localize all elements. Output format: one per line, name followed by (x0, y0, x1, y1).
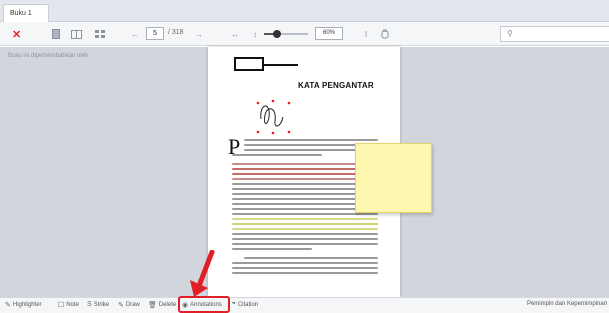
red-arrow-indicator (190, 250, 215, 297)
page-heading: KATA PENGANTAR (298, 81, 374, 90)
previous-page-icon[interactable]: ← (130, 27, 140, 41)
tab-buku-1[interactable]: Buku 1 (3, 4, 49, 22)
strike-icon: S (87, 301, 92, 308)
highlight-line[interactable] (232, 228, 378, 230)
sidebar-text: Buku ini dipersembahkan oleh (8, 53, 89, 59)
zoom-slider-knob[interactable] (273, 30, 282, 38)
text-cursor-icon[interactable]: I (362, 27, 370, 41)
next-page-icon[interactable]: → (194, 27, 204, 41)
text-line (244, 139, 378, 141)
zoom-level-input[interactable]: 60% (315, 27, 343, 40)
note-icon: ☐ (58, 302, 65, 309)
draw-button[interactable]: ✎ Draw (118, 301, 140, 309)
annotations-highlight-box (178, 296, 230, 313)
trash-icon: 🗑 (148, 302, 157, 309)
text-line (232, 262, 378, 264)
page-number-input[interactable]: 5 (146, 27, 164, 40)
tab-bar: Buku 1 (0, 0, 609, 22)
fit-width-icon[interactable]: ↔ (230, 27, 240, 41)
text-line (232, 213, 378, 215)
document-viewer: Buku ini dipersembahkan oleh KATA PENGAN… (0, 47, 609, 297)
search-icon: ⚲ (507, 29, 513, 38)
strike-button[interactable]: S Strike (87, 301, 109, 308)
text-line (232, 238, 378, 240)
highlighter-button[interactable]: ✎ Highlighter (5, 301, 42, 309)
page-total: / 318 (168, 29, 184, 36)
logo-line (264, 64, 298, 66)
draw-icon: ✎ (118, 302, 124, 309)
text-line (244, 257, 378, 259)
pen-icon: ✎ (5, 302, 11, 309)
highlight-line[interactable] (232, 218, 378, 220)
zoom-slider[interactable] (264, 30, 308, 38)
text-line (232, 154, 322, 156)
text-line (232, 267, 378, 269)
text-line (232, 272, 378, 274)
fit-height-icon[interactable]: ↕ (251, 27, 259, 41)
highlight-line[interactable] (232, 223, 378, 225)
text-line (232, 248, 312, 250)
close-icon[interactable]: ✕ (12, 27, 21, 41)
single-page-icon[interactable] (50, 27, 62, 41)
grid-view-icon[interactable] (94, 27, 106, 41)
note-button[interactable]: ☐ Note (58, 301, 79, 309)
sticky-note[interactable] (355, 143, 432, 213)
signature-annotation[interactable] (253, 99, 295, 135)
text-line (232, 233, 378, 235)
text-line (232, 243, 378, 245)
quote-icon: ❞ (232, 302, 236, 309)
search-input[interactable]: ⚲ (500, 26, 609, 42)
annotation-bar: ✎ Highlighter ☐ Note S Strike ✎ Draw 🗑 Delete… (0, 297, 609, 313)
double-page-icon[interactable] (70, 27, 82, 41)
citation-button[interactable]: ❞ Citation (232, 301, 258, 309)
toolbar: ✕ ← 5 / 318 → ↔ ↕ 60% I ⚲ (0, 22, 609, 46)
delete-button[interactable]: 🗑 Delete (148, 301, 176, 309)
hand-tool-icon[interactable] (380, 27, 390, 41)
book-title: Pemimpin dan Kepemimpinan (526, 301, 607, 307)
logo-box (234, 57, 264, 71)
